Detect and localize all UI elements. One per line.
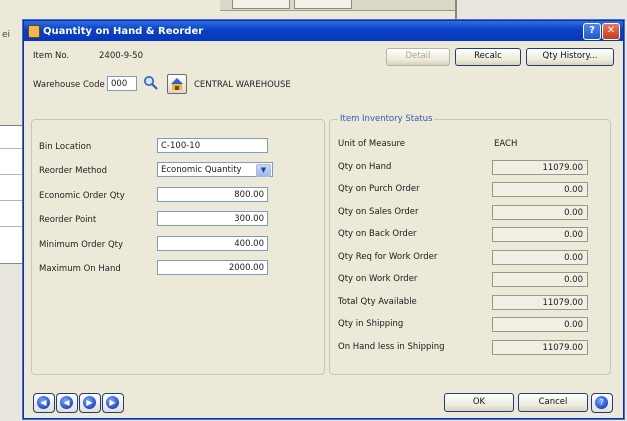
bin-location-input[interactable]: C-100-10: [157, 138, 268, 153]
warehouse-icon[interactable]: [167, 74, 187, 94]
previous-record-icon: ◀: [60, 396, 73, 409]
first-record-button[interactable]: ◀: [33, 393, 55, 413]
maximum-on-hand-label: Maximum On Hand: [39, 264, 121, 274]
warehouse-name: CENTRAL WAREHOUSE: [194, 80, 291, 90]
reorder-method-select[interactable]: Economic Quantity ▼: [157, 162, 273, 177]
background-list: [0, 125, 24, 263]
bin-location-label: Bin Location: [39, 142, 92, 152]
inventory-status-label: Qty on Purch Order: [338, 184, 420, 194]
inventory-status-row: Qty on Work Order 0.00: [338, 271, 590, 289]
inventory-status-row: Qty in Shipping 0.00: [338, 316, 590, 334]
inventory-status-group: Item Inventory Status Unit of Measure EAC…: [329, 114, 611, 375]
background-button[interactable]: [294, 0, 352, 9]
background-text: ei: [2, 30, 11, 40]
inventory-status-value: 11079.00: [492, 339, 588, 355]
recalc-button[interactable]: Recalc: [455, 48, 521, 66]
help-icon: ?: [595, 396, 608, 409]
inventory-status-value: 0.00: [492, 249, 588, 265]
maximum-on-hand-input[interactable]: 2000.00: [157, 260, 268, 275]
inventory-status-value: 0.00: [492, 204, 588, 220]
minimum-order-qty-label: Minimum Order Qty: [39, 240, 124, 250]
inventory-status-label: Qty on Hand: [338, 161, 392, 172]
inventory-status-row: Qty on Hand 11079.00: [338, 159, 590, 177]
inventory-status-row: Total Qty Available 11079.00: [338, 294, 590, 312]
inventory-status-value: 11079.00: [492, 159, 588, 175]
inventory-status-row: Qty Req for Work Order 0.00: [338, 249, 590, 267]
inventory-status-value: 0.00: [492, 272, 588, 287]
last-record-button[interactable]: ▶: [102, 393, 124, 413]
reorder-point-input[interactable]: 300.00: [157, 211, 268, 226]
item-no-label: Item No.: [33, 51, 70, 61]
economic-order-qty-input[interactable]: 800.00: [157, 187, 268, 202]
qty-history-button[interactable]: Qty History...: [526, 48, 614, 66]
warehouse-code-input[interactable]: 000: [107, 76, 137, 91]
reorder-method-label: Reorder Method: [39, 166, 107, 176]
window-title: Quantity on Hand & Reorder: [43, 26, 204, 37]
inventory-status-value: 0.00: [492, 182, 588, 197]
inventory-status-row: Qty on Sales Order 0.00: [338, 204, 590, 222]
inventory-status-label: Unit of Measure: [338, 139, 406, 149]
detail-button[interactable]: Detail: [386, 48, 450, 66]
inventory-status-row: Qty on Back Order 0.00: [338, 226, 590, 244]
inventory-status-value: 11079.00: [492, 294, 588, 310]
ok-button[interactable]: OK: [444, 393, 514, 412]
item-no-value: 2400-9-50: [99, 51, 143, 61]
app-icon: [28, 25, 40, 38]
reorder-point-label: Reorder Point: [39, 215, 97, 225]
inventory-status-label: Total Qty Available: [338, 296, 417, 307]
background-button[interactable]: [232, 0, 290, 9]
inventory-status-label: Qty on Back Order: [338, 229, 417, 239]
inventory-status-value: EACH: [494, 139, 518, 149]
inventory-status-value: 0.00: [492, 317, 588, 332]
title-bar[interactable]: Quantity on Hand & Reorder ? ✕: [24, 21, 623, 41]
next-record-button[interactable]: ▶: [79, 393, 101, 413]
next-record-icon: ▶: [83, 396, 96, 409]
first-record-icon: ◀: [37, 396, 50, 409]
inventory-status-label: Qty on Work Order: [338, 274, 418, 284]
inventory-status-label: Qty in Shipping: [338, 319, 404, 329]
cancel-button[interactable]: Cancel: [518, 393, 588, 412]
chevron-down-icon[interactable]: ▼: [256, 164, 271, 177]
previous-record-button[interactable]: ◀: [56, 393, 78, 413]
close-icon[interactable]: ✕: [602, 23, 620, 40]
inventory-status-row: On Hand less in Shipping 11079.00: [338, 339, 590, 357]
help-button[interactable]: ?: [591, 393, 613, 413]
help-icon[interactable]: ?: [583, 23, 601, 40]
magnifier-icon[interactable]: [142, 75, 160, 91]
warehouse-code-label: Warehouse Code: [33, 80, 105, 90]
quantity-on-hand-dialog: Quantity on Hand & Reorder ? ✕ Item No. …: [23, 20, 624, 419]
reorder-method-value: Economic Quantity: [161, 165, 242, 175]
inventory-status-row: Qty on Purch Order 0.00: [338, 181, 590, 199]
economic-order-qty-label: Economic Order Qty: [39, 191, 125, 201]
inventory-status-label: On Hand less in Shipping: [338, 341, 445, 352]
minimum-order-qty-input[interactable]: 400.00: [157, 236, 268, 251]
inventory-status-title: Item Inventory Status: [338, 114, 435, 124]
last-record-icon: ▶: [106, 396, 119, 409]
inventory-status-value: 0.00: [492, 227, 588, 242]
inventory-status-label: Qty Req for Work Order: [338, 251, 438, 262]
inventory-status-label: Qty on Sales Order: [338, 206, 419, 217]
inventory-status-row: Unit of Measure EACH: [338, 136, 590, 154]
